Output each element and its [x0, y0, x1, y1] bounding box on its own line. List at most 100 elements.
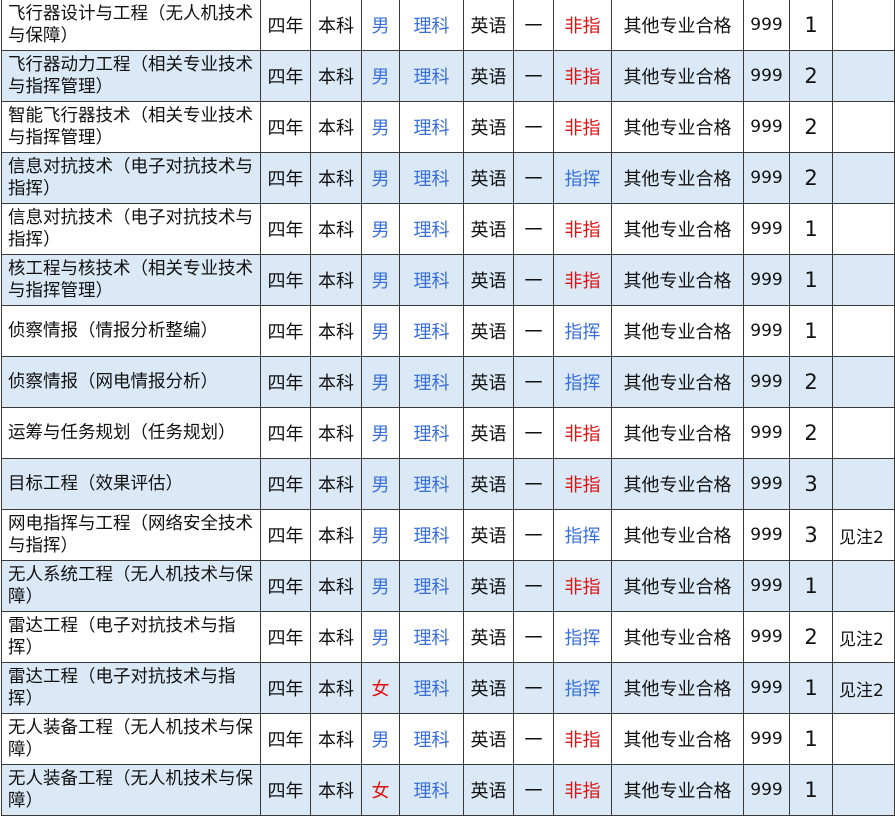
note-cell: [832, 407, 895, 459]
command-type-cell: 指挥: [553, 509, 612, 561]
language-cell: 英语: [463, 560, 514, 612]
gender-cell: 男: [361, 152, 400, 204]
subject-cell: 理科: [399, 356, 464, 408]
quota-cell: 1: [789, 203, 833, 255]
quota-cell: 2: [789, 356, 833, 408]
degree-level-cell: 本科: [310, 305, 362, 357]
score-cell: 999: [743, 713, 790, 765]
note-cell: [832, 305, 895, 357]
command-type-cell: 非指: [553, 50, 612, 102]
duration-cell: 四年: [260, 0, 311, 51]
subject-cell: 理科: [399, 611, 464, 663]
dash-cell: 一: [513, 458, 554, 510]
table-row: 网电指挥与工程（网络安全技术与指挥） 四年 本科男理科 英语一指挥 其他专业合格 999 3…: [1, 509, 895, 561]
degree-level-cell: 本科: [310, 203, 362, 255]
subject-cell: 理科: [399, 101, 464, 153]
score-cell: 999: [743, 50, 790, 102]
degree-level-cell: 本科: [310, 152, 362, 204]
subject-cell: 理科: [399, 407, 464, 459]
subject-cell: 理科: [399, 254, 464, 306]
degree-level-cell: 本科: [310, 560, 362, 612]
degree-level-cell: 本科: [310, 50, 362, 102]
major-name-cell: 智能飞行器技术（相关专业技术与指挥管理）: [1, 101, 261, 153]
subject-cell: 理科: [399, 713, 464, 765]
table-row: 无人装备工程（无人机技术与保障） 四年 本科女理科 英语一非指 其他专业合格 999 1: [1, 764, 895, 816]
degree-level-cell: 本科: [310, 611, 362, 663]
dash-cell: 一: [513, 0, 554, 51]
score-cell: 999: [743, 458, 790, 510]
gender-cell: 男: [361, 407, 400, 459]
command-type-cell: 非指: [553, 101, 612, 153]
gender-cell: 男: [361, 509, 400, 561]
command-type-cell: 指挥: [553, 305, 612, 357]
note-cell: [832, 458, 895, 510]
degree-level-cell: 本科: [310, 0, 362, 51]
dash-cell: 一: [513, 560, 554, 612]
major-name-cell: 雷达工程（电子对抗技术与指挥）: [1, 611, 261, 663]
quota-cell: 2: [789, 611, 833, 663]
requirement-cell: 其他专业合格: [611, 101, 744, 153]
subject-cell: 理科: [399, 0, 464, 51]
quota-cell: 2: [789, 101, 833, 153]
duration-cell: 四年: [260, 356, 311, 408]
duration-cell: 四年: [260, 203, 311, 255]
score-cell: 999: [743, 152, 790, 204]
language-cell: 英语: [463, 458, 514, 510]
quota-cell: 1: [789, 662, 833, 714]
gender-cell: 男: [361, 611, 400, 663]
gender-cell: 男: [361, 305, 400, 357]
requirement-cell: 其他专业合格: [611, 458, 744, 510]
requirement-cell: 其他专业合格: [611, 305, 744, 357]
admission-table: 飞行器设计与工程（无人机技术与保障） 四年 本科男理科 英语一非指 其他专业合格 999 1…: [1, 0, 895, 816]
duration-cell: 四年: [260, 611, 311, 663]
note-cell: [832, 560, 895, 612]
command-type-cell: 指挥: [553, 356, 612, 408]
dash-cell: 一: [513, 101, 554, 153]
table-row: 智能飞行器技术（相关专业技术与指挥管理） 四年 本科男理科 英语一非指 其他专业合格 99…: [1, 101, 895, 153]
major-name-cell: 无人装备工程（无人机技术与保障）: [1, 713, 261, 765]
language-cell: 英语: [463, 0, 514, 51]
gender-cell: 男: [361, 458, 400, 510]
score-cell: 999: [743, 356, 790, 408]
dash-cell: 一: [513, 356, 554, 408]
note-cell: [832, 254, 895, 306]
table-row: 侦察情报（网电情报分析） 四年 本科男理科 英语一指挥 其他专业合格 999 2: [1, 356, 895, 408]
command-type-cell: 非指: [553, 0, 612, 51]
table-row: 飞行器设计与工程（无人机技术与保障） 四年 本科男理科 英语一非指 其他专业合格 999 1: [1, 0, 895, 51]
gender-cell: 男: [361, 560, 400, 612]
requirement-cell: 其他专业合格: [611, 611, 744, 663]
dash-cell: 一: [513, 152, 554, 204]
gender-cell: 男: [361, 0, 400, 51]
degree-level-cell: 本科: [310, 509, 362, 561]
duration-cell: 四年: [260, 764, 311, 816]
note-cell: 见注2: [832, 662, 895, 714]
gender-cell: 男: [361, 203, 400, 255]
degree-level-cell: 本科: [310, 254, 362, 306]
requirement-cell: 其他专业合格: [611, 407, 744, 459]
major-name-cell: 信息对抗技术（电子对抗技术与指挥）: [1, 152, 261, 204]
requirement-cell: 其他专业合格: [611, 509, 744, 561]
command-type-cell: 非指: [553, 458, 612, 510]
major-name-cell: 侦察情报（情报分析整编）: [1, 305, 261, 357]
dash-cell: 一: [513, 662, 554, 714]
dash-cell: 一: [513, 407, 554, 459]
score-cell: 999: [743, 101, 790, 153]
degree-level-cell: 本科: [310, 662, 362, 714]
degree-level-cell: 本科: [310, 407, 362, 459]
table-body: 飞行器设计与工程（无人机技术与保障） 四年 本科男理科 英语一非指 其他专业合格 999 1…: [1, 0, 895, 816]
duration-cell: 四年: [260, 509, 311, 561]
language-cell: 英语: [463, 203, 514, 255]
subject-cell: 理科: [399, 560, 464, 612]
requirement-cell: 其他专业合格: [611, 203, 744, 255]
score-cell: 999: [743, 203, 790, 255]
dash-cell: 一: [513, 611, 554, 663]
duration-cell: 四年: [260, 713, 311, 765]
command-type-cell: 非指: [553, 713, 612, 765]
degree-level-cell: 本科: [310, 458, 362, 510]
note-cell: [832, 101, 895, 153]
command-type-cell: 非指: [553, 764, 612, 816]
major-name-cell: 飞行器设计与工程（无人机技术与保障）: [1, 0, 261, 51]
subject-cell: 理科: [399, 458, 464, 510]
requirement-cell: 其他专业合格: [611, 764, 744, 816]
gender-cell: 女: [361, 764, 400, 816]
